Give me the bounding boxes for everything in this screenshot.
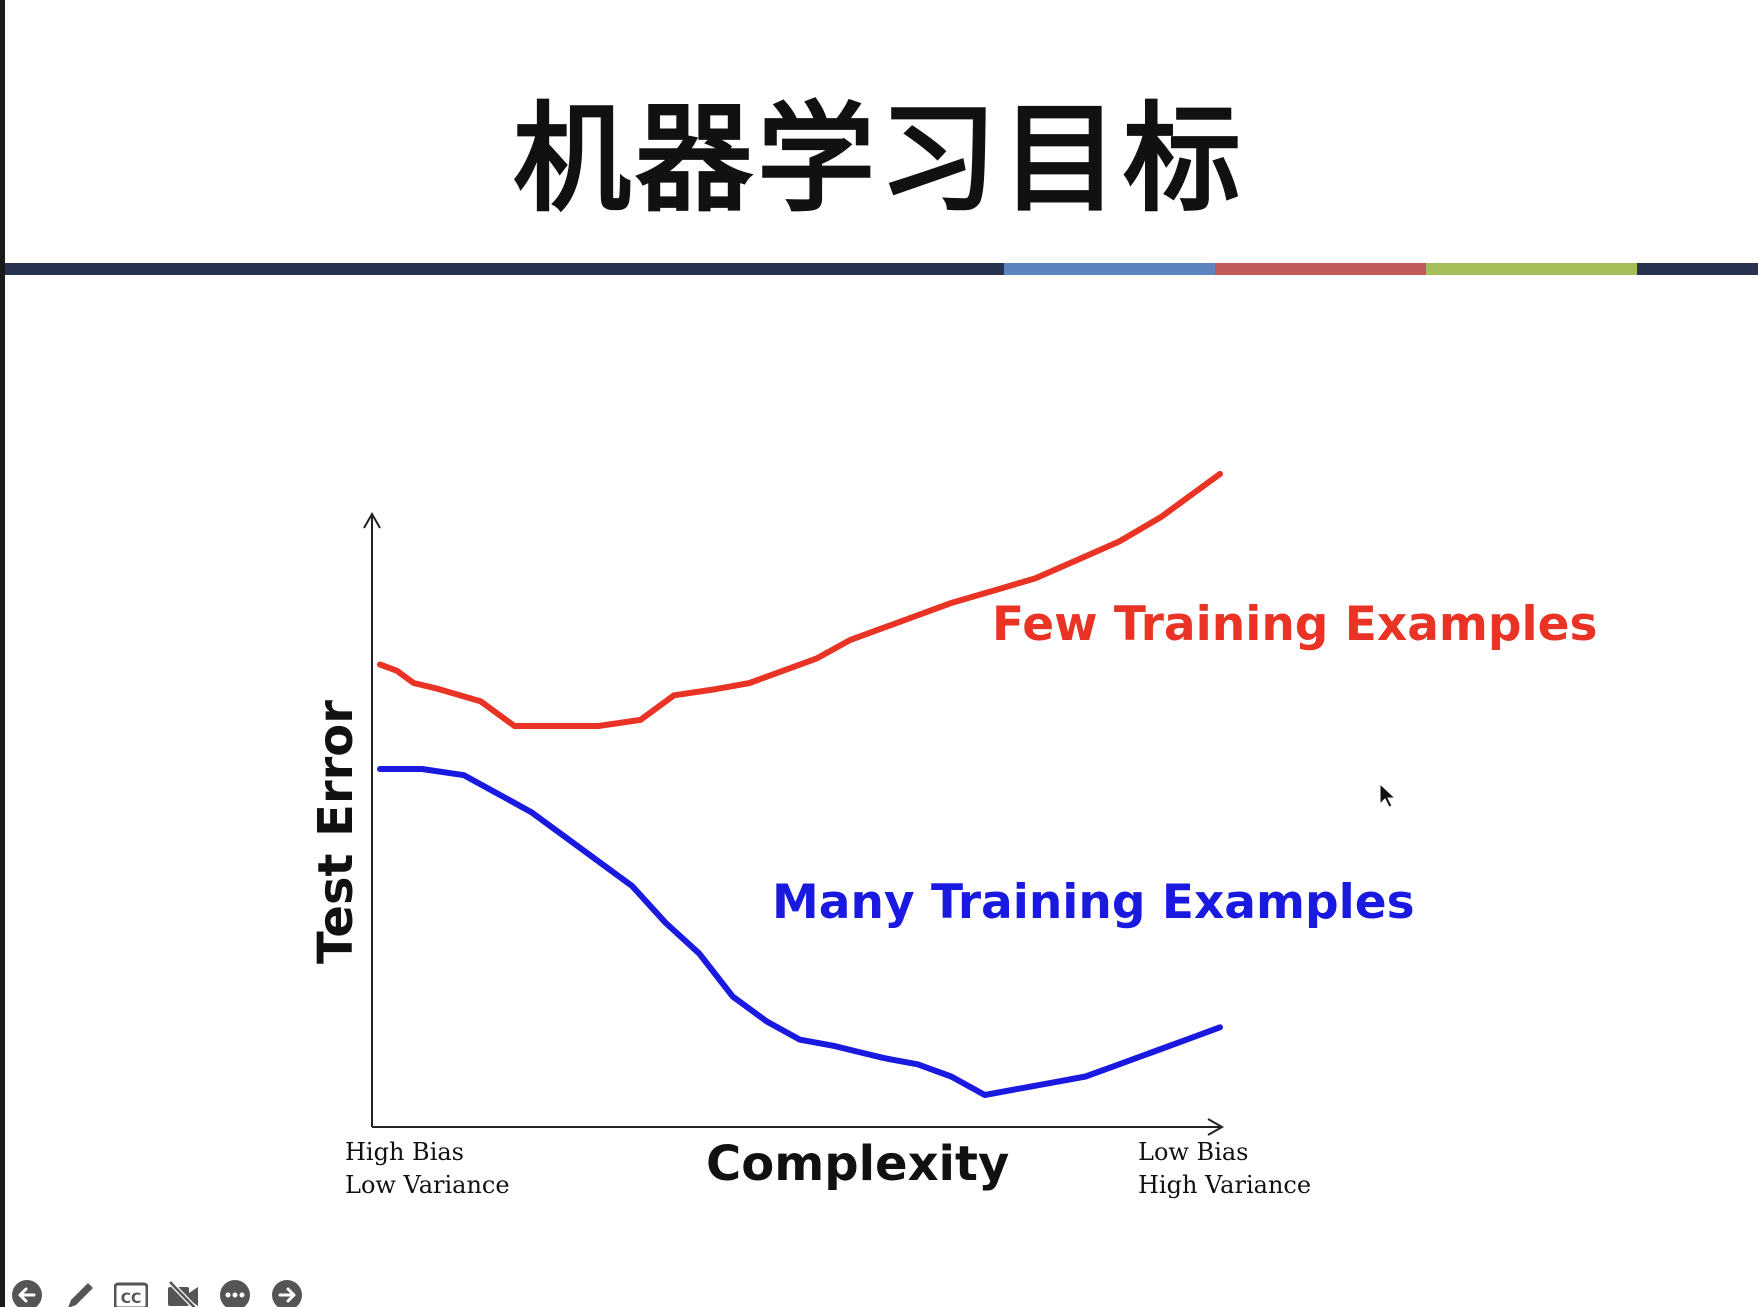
captions-icon[interactable]: CC xyxy=(114,1278,148,1307)
mouse-cursor-icon xyxy=(1379,782,1397,808)
x-axis-label: Complexity xyxy=(706,1136,1010,1192)
video-off-icon[interactable] xyxy=(166,1278,200,1307)
pen-icon[interactable] xyxy=(62,1278,96,1307)
series-label-many: Many Training Examples xyxy=(772,875,1415,930)
x-tick-note-right-line2: High Variance xyxy=(1138,1171,1312,1199)
x-tick-note-left: High Bias Low Variance xyxy=(345,1136,510,1202)
more-icon[interactable] xyxy=(218,1278,252,1307)
presentation-toolbar: CC xyxy=(10,1278,304,1307)
chart xyxy=(363,470,1397,1136)
y-axis-label: Test Error xyxy=(308,700,364,964)
forward-arrow-icon[interactable] xyxy=(270,1278,304,1307)
x-tick-note-left-line1: High Bias xyxy=(345,1138,464,1166)
x-tick-note-right: Low Bias High Variance xyxy=(1138,1136,1311,1202)
back-arrow-icon[interactable] xyxy=(10,1278,44,1307)
series-label-few: Few Training Examples xyxy=(992,597,1598,652)
x-tick-note-right-line1: Low Bias xyxy=(1138,1138,1249,1166)
x-tick-note-left-line2: Low Variance xyxy=(345,1171,510,1199)
series-line-many-training xyxy=(377,766,1223,1098)
captions-text: CC xyxy=(121,1291,142,1307)
